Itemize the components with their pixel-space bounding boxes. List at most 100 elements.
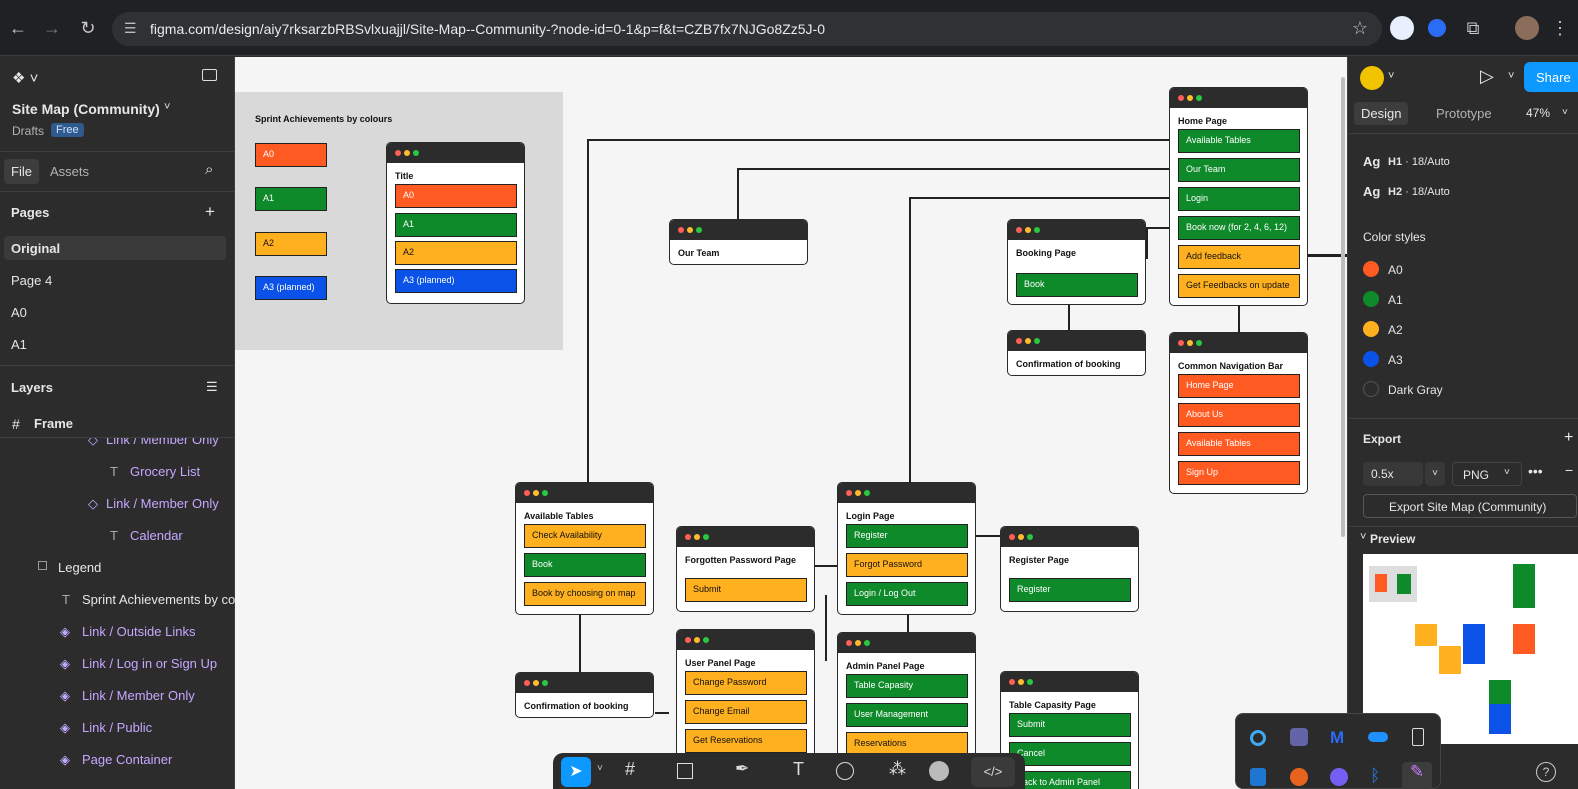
export-button[interactable]: Export Site Map (Community) bbox=[1363, 494, 1577, 518]
user-change-email-button[interactable]: Change Email bbox=[685, 700, 807, 724]
register-button[interactable]: Register bbox=[1009, 578, 1131, 602]
layer-item[interactable]: Link / Member Only bbox=[82, 688, 195, 703]
legend-frame-a0[interactable]: A0 bbox=[395, 184, 517, 208]
available-check-availability-button[interactable]: Check Availability bbox=[524, 524, 646, 548]
text-tool-icon[interactable]: T bbox=[793, 759, 804, 780]
help-icon[interactable]: ? bbox=[1536, 762, 1556, 782]
page-item-a1[interactable]: A1 bbox=[11, 337, 27, 352]
frame-register-page[interactable]: Register Page Register bbox=[1000, 526, 1139, 612]
frame-tool-icon[interactable]: # bbox=[625, 759, 635, 780]
drafts-label[interactable]: Drafts bbox=[12, 124, 44, 138]
legend-frame-a1[interactable]: A1 bbox=[395, 213, 517, 237]
forgot-submit-button[interactable]: Submit bbox=[685, 578, 807, 602]
file-menu-chevron-icon[interactable]: ˅ bbox=[164, 101, 170, 113]
back-icon[interactable]: ← bbox=[8, 18, 28, 38]
chevron-down-icon[interactable]: ˅ bbox=[597, 763, 603, 774]
page-item-original[interactable]: Original bbox=[11, 241, 60, 256]
frame-home-page[interactable]: Home Page Available Tables Our Team Logi… bbox=[1169, 87, 1308, 306]
nav-sign-up-button[interactable]: Sign Up bbox=[1178, 461, 1300, 485]
frame-available-tables[interactable]: Available Tables Check Availability Book… bbox=[515, 482, 654, 615]
reload-icon[interactable]: ↻ bbox=[78, 18, 98, 38]
url-text[interactable]: figma.com/design/aiy7rksarzbRBSvlxuajjl/… bbox=[150, 21, 825, 37]
frame-user-panel-page[interactable]: User Panel Page Change Password Change E… bbox=[676, 629, 815, 769]
frame-confirmation-of-booking-2[interactable]: Confirmation of booking bbox=[515, 672, 654, 718]
bookmark-star-icon[interactable]: ☆ bbox=[1352, 18, 1368, 39]
malwarebytes-icon[interactable]: M bbox=[1330, 728, 1344, 748]
frame-admin-panel-page[interactable]: Admin Panel Page Table Capasity User Man… bbox=[837, 632, 976, 772]
export-scale-field[interactable]: 0.5x bbox=[1363, 462, 1423, 486]
layer-item[interactable]: Grocery List bbox=[130, 464, 200, 479]
search-icon[interactable]: ⌕ bbox=[205, 161, 213, 178]
home-our-team-button[interactable]: Our Team bbox=[1178, 158, 1300, 182]
chevron-down-icon[interactable]: ˅ bbox=[1508, 70, 1514, 82]
viber-icon[interactable] bbox=[1330, 768, 1348, 786]
canvas-scrollbar[interactable] bbox=[1341, 77, 1345, 537]
tray-app-icon[interactable] bbox=[1290, 768, 1308, 786]
layer-item[interactable]: Calendar bbox=[130, 528, 183, 543]
chevron-down-icon[interactable]: ˅ bbox=[1388, 70, 1394, 82]
chevron-down-icon[interactable]: ˅ bbox=[1562, 107, 1568, 118]
comment-tool-icon[interactable] bbox=[836, 762, 854, 780]
available-book-button[interactable]: Book bbox=[524, 553, 646, 577]
zoom-level[interactable]: 47% bbox=[1526, 106, 1550, 120]
user-avatar[interactable] bbox=[1360, 66, 1384, 90]
tab-prototype[interactable]: Prototype bbox=[1436, 106, 1492, 121]
color-style-a1[interactable]: A1 bbox=[1388, 293, 1403, 307]
rectangle-tool-icon[interactable] bbox=[677, 763, 693, 779]
tablecap-back-button[interactable]: Back to Admin Panel bbox=[1009, 771, 1131, 789]
login-log-out-button[interactable]: Login / Log Out bbox=[846, 582, 968, 606]
add-export-icon[interactable]: + bbox=[1564, 429, 1573, 447]
frame-login-page[interactable]: Login Page Register Forgot Password Logi… bbox=[837, 482, 976, 615]
chevron-down-icon[interactable]: ˅ bbox=[1425, 462, 1445, 486]
preview-heading[interactable]: Preview bbox=[1370, 532, 1415, 546]
frame-booking-page[interactable]: Booking Page Book bbox=[1007, 219, 1146, 305]
tablecap-submit-button[interactable]: Submit bbox=[1009, 713, 1131, 737]
browser-menu-icon[interactable]: ⋮ bbox=[1550, 18, 1570, 38]
layer-item[interactable]: Page Container bbox=[82, 752, 172, 767]
color-style-a2[interactable]: A2 bbox=[1388, 323, 1403, 337]
layer-item[interactable]: Sprint Achievements by colou bbox=[82, 592, 235, 607]
usb-icon[interactable] bbox=[1412, 728, 1424, 746]
home-login-button[interactable]: Login bbox=[1178, 187, 1300, 211]
pen-app-icon[interactable]: ✎ bbox=[1402, 762, 1432, 789]
share-button[interactable]: Share bbox=[1524, 62, 1578, 92]
export-format-select[interactable]: PNG bbox=[1452, 462, 1522, 486]
login-forgot-password-button[interactable]: Forgot Password bbox=[846, 553, 968, 577]
legend-frame[interactable]: Sprint Achievements by colours A0 A1 A2 … bbox=[235, 92, 563, 350]
profile-avatar[interactable] bbox=[1515, 16, 1539, 40]
layer-frame[interactable]: Frame bbox=[34, 416, 73, 431]
security-shield-icon[interactable] bbox=[1250, 768, 1266, 786]
text-style-h2[interactable]: H2 · 18/Auto bbox=[1388, 186, 1450, 198]
tablecap-cancel-button[interactable]: Cancel bbox=[1009, 742, 1131, 766]
tab-design[interactable]: Design bbox=[1354, 102, 1409, 125]
frame-confirmation-of-booking[interactable]: Confirmation of booking bbox=[1007, 330, 1146, 376]
home-available-tables-button[interactable]: Available Tables bbox=[1178, 129, 1300, 153]
nav-home-page-button[interactable]: Home Page bbox=[1178, 374, 1300, 398]
frame-common-navigation-bar[interactable]: Common Navigation Bar Home Page About Us… bbox=[1169, 332, 1308, 494]
remove-export-icon[interactable]: − bbox=[1565, 462, 1573, 478]
site-info-icon[interactable]: ☰ bbox=[124, 20, 137, 37]
file-name[interactable]: Site Map (Community) bbox=[12, 101, 160, 117]
home-add-feedback-button[interactable]: Add feedback bbox=[1178, 245, 1300, 269]
more-options-icon[interactable]: ••• bbox=[1528, 463, 1543, 479]
address-bar[interactable]: ☰ figma.com/design/aiy7rksarzbRBSvlxuajj… bbox=[112, 12, 1382, 46]
move-tool-icon[interactable]: ➤ bbox=[561, 757, 591, 787]
onedrive-icon[interactable] bbox=[1368, 732, 1388, 742]
home-book-now-button[interactable]: Book now (for 2, 4, 6, 12) bbox=[1178, 216, 1300, 240]
legend-swatch-a1[interactable]: A1 bbox=[255, 187, 327, 211]
frame-our-team[interactable]: Our Team bbox=[669, 219, 808, 265]
design-canvas[interactable]: Sprint Achievements by colours A0 A1 A2 … bbox=[235, 57, 1347, 789]
layer-item[interactable]: Link / Member Only bbox=[106, 438, 219, 447]
chevron-down-icon[interactable]: ˅ bbox=[1504, 467, 1510, 478]
pen-tool-icon[interactable]: ✒ bbox=[735, 759, 749, 779]
nav-available-tables-button[interactable]: Available Tables bbox=[1178, 432, 1300, 456]
layer-item[interactable]: Link / Log in or Sign Up bbox=[82, 656, 217, 671]
chevron-down-icon[interactable]: ˅ bbox=[1360, 531, 1366, 543]
page-item-a0[interactable]: A0 bbox=[11, 305, 27, 320]
login-register-button[interactable]: Register bbox=[846, 524, 968, 548]
sidebar-toggle-icon[interactable] bbox=[202, 69, 217, 81]
admin-table-capasity-button[interactable]: Table Capasity bbox=[846, 674, 968, 698]
add-page-icon[interactable]: + bbox=[205, 202, 215, 222]
legend-frame-a3[interactable]: A3 (planned) bbox=[395, 269, 517, 293]
nav-about-us-button[interactable]: About Us bbox=[1178, 403, 1300, 427]
